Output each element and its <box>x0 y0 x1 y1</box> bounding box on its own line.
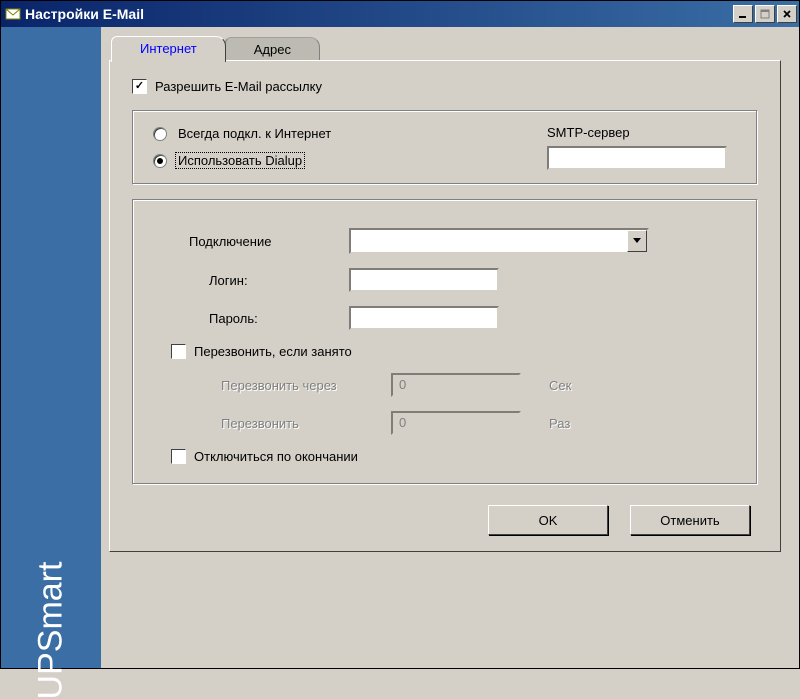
connection-label: Подключение <box>189 234 349 249</box>
enable-mail-row: Разрешить E-Mail рассылку <box>132 79 758 94</box>
redial-times-input: 0 <box>391 411 521 435</box>
enable-mail-label: Разрешить E-Mail рассылку <box>155 79 322 94</box>
tab-panel: Разрешить E-Mail рассылку Всегда подкл. … <box>109 60 781 552</box>
radio-dialup-label: Использовать Dialup <box>175 152 305 169</box>
redial-times-unit: Раз <box>549 416 570 431</box>
close-button[interactable] <box>777 5 797 23</box>
redial-checkbox[interactable] <box>171 344 186 359</box>
sidebar: UPSmart <box>1 27 101 668</box>
dialup-group: Подключение Логин: Пароль: <box>132 199 758 485</box>
window: Настройки E-Mail UPSmart Интернет Адрес … <box>0 0 800 669</box>
cancel-button[interactable]: Отменить <box>630 505 750 535</box>
password-label: Пароль: <box>209 311 349 326</box>
redial-label: Перезвонить, если занято <box>194 344 352 359</box>
connection-combo[interactable] <box>349 228 649 254</box>
redial-times-label: Перезвонить <box>221 416 391 431</box>
ok-button[interactable]: OK <box>488 505 608 535</box>
content: Интернет Адрес Разрешить E-Mail рассылку… <box>101 27 799 668</box>
smtp-input[interactable] <box>547 146 727 170</box>
tab-address[interactable]: Адрес <box>225 37 320 61</box>
combo-dropdown-button[interactable] <box>627 230 647 252</box>
radio-always-label: Всегда подкл. к Интернет <box>175 125 334 142</box>
redial-after-unit: Сек <box>549 378 571 393</box>
brand-label: UPSmart <box>32 562 71 699</box>
redial-after-label: Перезвонить через <box>221 378 391 393</box>
connection-value <box>351 230 627 252</box>
minimize-button[interactable] <box>733 5 753 23</box>
radio-always-internet[interactable] <box>153 127 167 141</box>
enable-mail-checkbox[interactable] <box>132 79 147 94</box>
app-icon <box>5 6 21 22</box>
login-input[interactable] <box>349 268 499 292</box>
window-title: Настройки E-Mail <box>25 6 731 22</box>
tab-internet[interactable]: Интернет <box>111 36 226 62</box>
body: UPSmart Интернет Адрес Разрешить E-Mail … <box>1 27 799 668</box>
button-row: OK Отменить <box>132 505 758 535</box>
disconnect-label: Отключиться по окончании <box>194 449 358 464</box>
smtp-label: SMTP-сервер <box>547 125 737 140</box>
login-label: Логин: <box>209 273 349 288</box>
connection-type-group: Всегда подкл. к Интернет Использовать Di… <box>132 110 758 185</box>
disconnect-checkbox[interactable] <box>171 449 186 464</box>
redial-after-input: 0 <box>391 373 521 397</box>
maximize-button[interactable] <box>755 5 775 23</box>
tabs: Интернет Адрес <box>111 35 781 61</box>
password-input[interactable] <box>349 306 499 330</box>
radio-use-dialup[interactable] <box>153 154 167 168</box>
titlebar: Настройки E-Mail <box>1 1 799 27</box>
